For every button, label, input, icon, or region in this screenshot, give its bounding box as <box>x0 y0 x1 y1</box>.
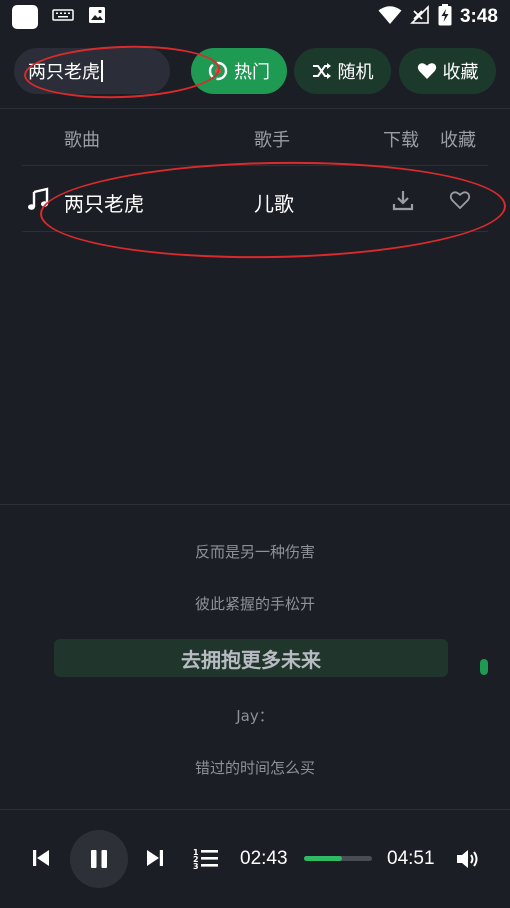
wifi-icon <box>378 5 402 29</box>
shuffle-icon <box>312 61 332 81</box>
divider <box>22 165 488 166</box>
flame-icon <box>208 61 228 81</box>
header-favorite: 收藏 <box>440 130 476 151</box>
lyric-line: 彼此紧握的手松开 <box>194 595 315 613</box>
skip-next-icon <box>147 850 163 866</box>
svg-text:3: 3 <box>193 862 199 869</box>
search-input-value: 两只老虎 <box>28 62 100 83</box>
header-artist: 歌手 <box>254 130 290 151</box>
random-button[interactable]: 随机 <box>294 48 391 94</box>
skip-previous-icon <box>33 850 49 866</box>
header-download: 下载 <box>383 130 419 151</box>
progress-fill <box>304 856 343 861</box>
favorites-button[interactable]: 收藏 <box>399 48 496 94</box>
table-row[interactable]: 两只老虎 儿歌 <box>22 168 488 232</box>
pause-icon <box>91 850 107 868</box>
lyrics-panel[interactable]: 反而是另一种伤害 彼此紧握的手松开 去拥抱更多未来 Jay： 错过的时间怎么买 <box>0 505 510 810</box>
next-button[interactable] <box>146 848 164 868</box>
download-icon[interactable] <box>392 189 414 216</box>
image-icon <box>88 6 106 28</box>
playlist-button[interactable]: 1 2 3 <box>193 847 219 869</box>
table-header: 歌曲 歌手 下载 收藏 <box>0 112 510 164</box>
heart-filled-icon <box>417 61 437 81</box>
volume-icon <box>457 850 478 868</box>
lyric-line: Jay： <box>236 707 274 725</box>
pause-button[interactable] <box>70 830 128 888</box>
status-bar: 3:48 <box>0 0 510 34</box>
previous-button[interactable] <box>32 848 50 868</box>
lyric-line: 反而是另一种伤害 <box>194 543 315 561</box>
music-note-icon <box>26 187 50 216</box>
lyric-line: 错过的时间怎么买 <box>194 759 315 777</box>
battery-charging-icon <box>438 4 452 30</box>
player-bar: 1 2 3 02:43 04:51 <box>0 810 510 908</box>
favorites-button-label: 收藏 <box>442 62 479 83</box>
search-input[interactable]: 两只老虎 <box>14 48 170 94</box>
lyric-line-active: 去拥抱更多未来 <box>54 639 448 677</box>
divider <box>0 108 510 109</box>
total-time: 04:51 <box>387 848 435 869</box>
song-title: 两只老虎 <box>64 192 144 216</box>
no-signal-icon <box>410 5 430 29</box>
volume-button[interactable] <box>456 848 482 870</box>
hot-button[interactable]: 热门 <box>191 48 287 94</box>
playlist-icon: 1 2 3 <box>193 848 218 869</box>
app-square-icon <box>12 5 38 29</box>
header-song: 歌曲 <box>64 130 100 151</box>
text-caret <box>101 60 103 82</box>
random-button-label: 随机 <box>337 62 374 83</box>
progress-slider[interactable] <box>304 856 372 861</box>
heart-outline-icon[interactable] <box>449 190 471 215</box>
status-time: 3:48 <box>459 6 498 27</box>
keyboard-icon <box>52 7 74 27</box>
lyrics-scroll-thumb[interactable] <box>480 659 488 675</box>
search-row: 两只老虎 热门 随机 收藏 <box>0 44 510 100</box>
hot-button-label: 热门 <box>234 62 270 83</box>
current-time: 02:43 <box>240 848 288 869</box>
song-artist: 儿歌 <box>254 192 294 216</box>
